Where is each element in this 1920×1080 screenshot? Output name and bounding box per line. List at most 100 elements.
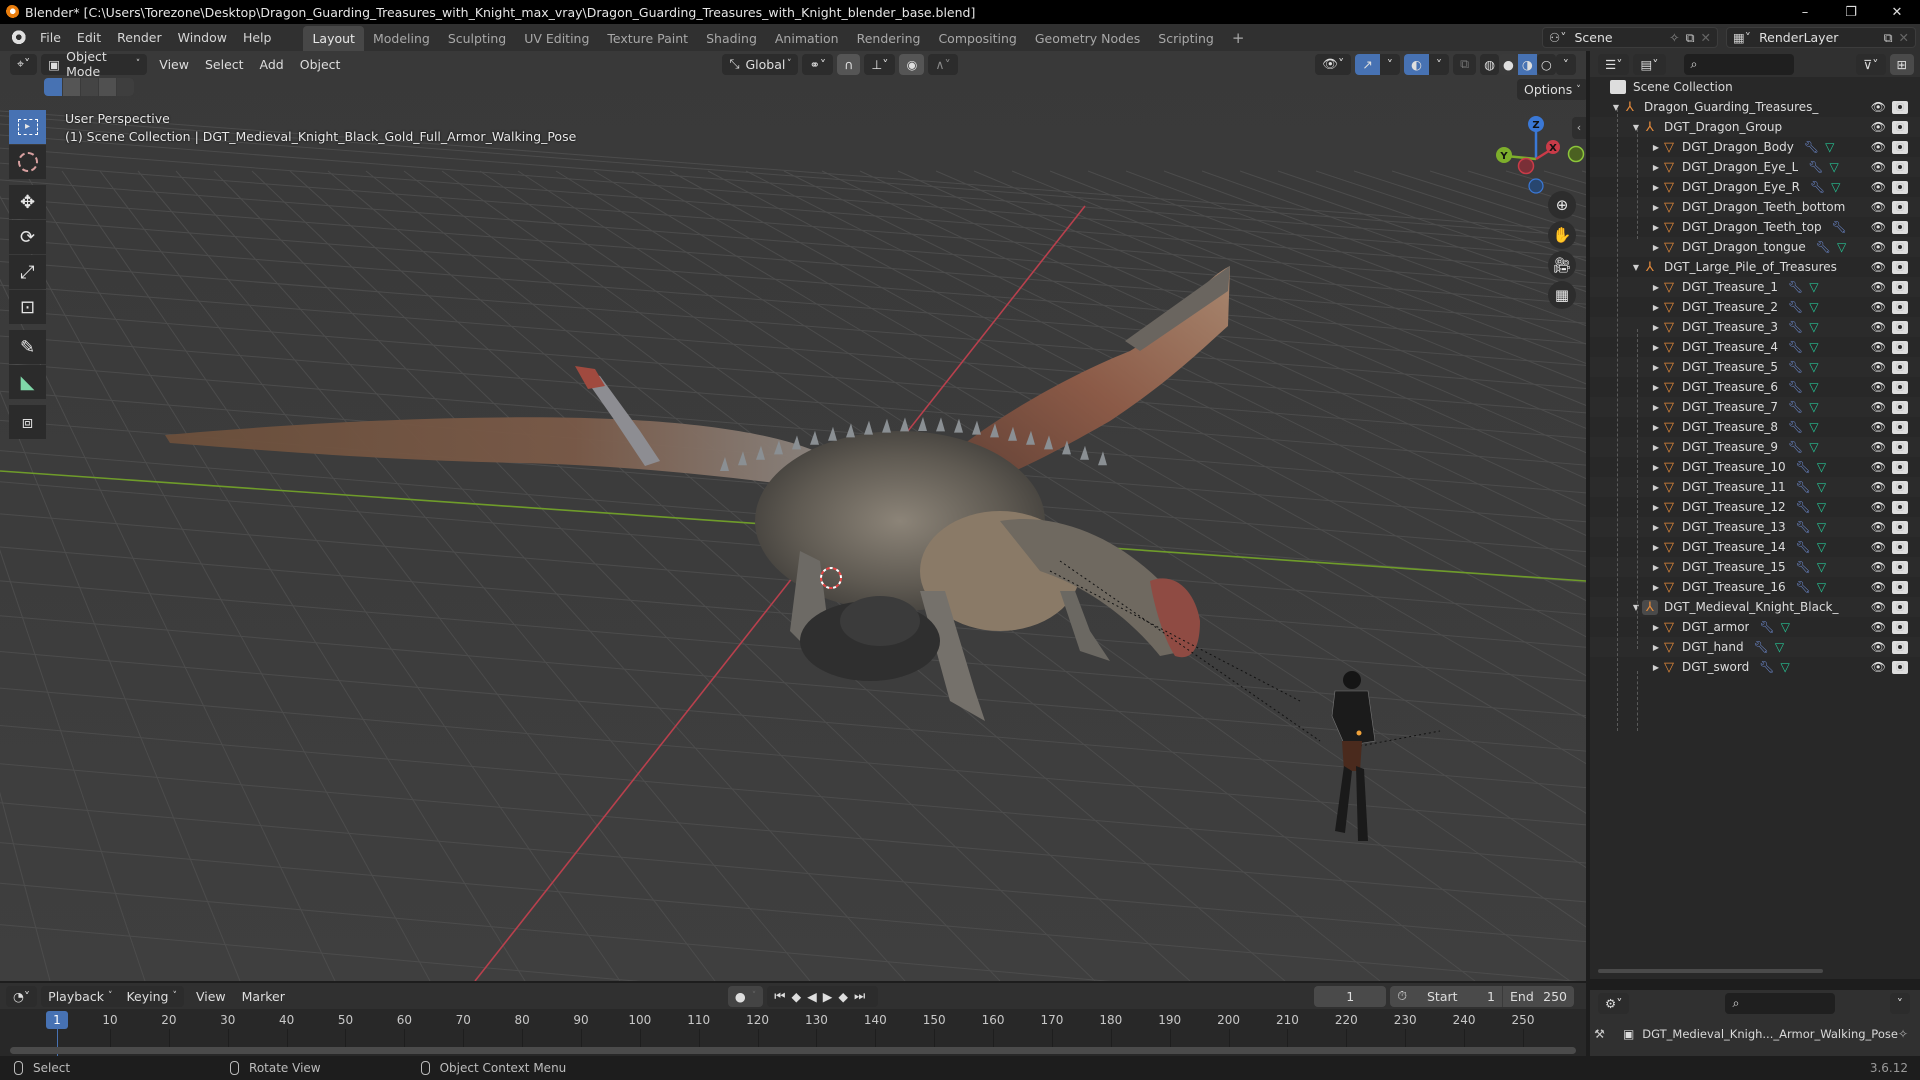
- new-scene-icon[interactable]: ⧉: [1686, 30, 1695, 46]
- properties-options-dropdown[interactable]: ˅: [1889, 992, 1910, 1014]
- visibility-eye-icon[interactable]: 👁︎: [1871, 560, 1886, 574]
- modifier-icon[interactable]: 🔧︎: [1816, 240, 1831, 254]
- modifier-icon[interactable]: 🔧︎: [1796, 500, 1811, 514]
- collapse-arrow-icon[interactable]: ▼: [1630, 263, 1642, 272]
- select-subtract-icon[interactable]: [80, 78, 98, 96]
- snap-target-dropdown[interactable]: ⊥˅: [864, 53, 896, 75]
- blender-menu-icon[interactable]: [10, 29, 26, 46]
- menu-select[interactable]: Select: [197, 57, 252, 72]
- collapse-arrow-icon[interactable]: ▼: [1630, 603, 1642, 612]
- modifier-icon[interactable]: 🔧︎: [1788, 440, 1803, 454]
- render-camera-icon[interactable]: [1892, 380, 1908, 394]
- properties-editor-type[interactable]: ⚙˅: [1598, 992, 1630, 1014]
- expand-arrow-icon[interactable]: ▶: [1650, 503, 1662, 512]
- expand-arrow-icon[interactable]: ▶: [1650, 423, 1662, 432]
- render-camera-icon[interactable]: [1892, 200, 1908, 214]
- mesh-data-icon[interactable]: ▽: [1781, 620, 1790, 634]
- shading-solid[interactable]: ●: [1498, 53, 1518, 75]
- rotate-tool[interactable]: ⟳: [9, 220, 46, 254]
- playhead[interactable]: 1: [46, 1011, 68, 1029]
- render-camera-icon[interactable]: [1892, 340, 1908, 354]
- modifier-icon[interactable]: 🔧︎: [1808, 160, 1823, 174]
- menu-render[interactable]: Render: [109, 24, 170, 51]
- measure-tool[interactable]: ◣: [9, 365, 46, 399]
- minimize-button[interactable]: –: [1782, 5, 1828, 20]
- select-intersect-icon[interactable]: [116, 78, 134, 96]
- outliner-object-row[interactable]: ▶ ▽ DGT_armor 🔧︎ ▽ 👁︎: [1590, 617, 1920, 637]
- view-layer-selector[interactable]: ▦˅ RenderLayer ⧉ ✕: [1726, 27, 1916, 48]
- move-tool[interactable]: ✥: [9, 185, 46, 219]
- render-camera-icon[interactable]: [1892, 100, 1908, 114]
- visibility-eye-icon[interactable]: 👁︎: [1871, 660, 1886, 674]
- outliner-object-row[interactable]: ▶ ▽ DGT_Treasure_10 🔧︎ ▽ 👁︎: [1590, 457, 1920, 477]
- select-box-tool[interactable]: ▸: [9, 110, 46, 144]
- visibility-eye-icon[interactable]: 👁︎: [1871, 540, 1886, 554]
- new-collection-button[interactable]: ⊞: [1889, 53, 1914, 75]
- camera-view-button[interactable]: 🎥︎: [1548, 251, 1576, 279]
- modifier-icon[interactable]: 🔧︎: [1788, 320, 1803, 334]
- visibility-eye-icon[interactable]: 👁︎: [1871, 100, 1886, 114]
- falloff-dropdown[interactable]: ∧˅: [928, 53, 958, 75]
- mesh-data-icon[interactable]: ▽: [1809, 400, 1818, 414]
- visibility-eye-icon[interactable]: 👁︎: [1871, 140, 1886, 154]
- visibility-eye-icon[interactable]: 👁︎: [1871, 320, 1886, 334]
- visibility-eye-icon[interactable]: 👁︎: [1871, 260, 1886, 274]
- render-camera-icon[interactable]: [1892, 240, 1908, 254]
- expand-arrow-icon[interactable]: ▶: [1650, 623, 1662, 632]
- modifier-icon[interactable]: 🔧︎: [1759, 620, 1774, 634]
- pan-view-button[interactable]: ✋: [1548, 221, 1576, 249]
- outliner-object-row[interactable]: ▶ ▽ DGT_Dragon_Eye_R 🔧︎ ▽ 👁︎: [1590, 177, 1920, 197]
- outliner-object-row[interactable]: ▶ ▽ DGT_Treasure_7 🔧︎ ▽ 👁︎: [1590, 397, 1920, 417]
- tab-modeling[interactable]: Modeling: [364, 26, 439, 51]
- mesh-data-icon[interactable]: ▽: [1809, 380, 1818, 394]
- modifier-icon[interactable]: 🔧︎: [1796, 540, 1811, 554]
- visibility-eye-icon[interactable]: 👁︎: [1871, 480, 1886, 494]
- cursor-tool[interactable]: [9, 145, 46, 179]
- collapse-arrow-icon[interactable]: ▼: [1610, 103, 1622, 112]
- display-mode-dropdown[interactable]: ▤˅: [1633, 53, 1666, 75]
- visibility-eye-icon[interactable]: 👁︎: [1871, 300, 1886, 314]
- collapse-arrow-icon[interactable]: ▼: [1630, 123, 1642, 132]
- outliner-object-row[interactable]: ▶ ▽ DGT_Treasure_5 🔧︎ ▽ 👁︎: [1590, 357, 1920, 377]
- expand-arrow-icon[interactable]: ▶: [1650, 383, 1662, 392]
- visibility-eye-icon[interactable]: 👁︎: [1871, 500, 1886, 514]
- visibility-eye-icon[interactable]: 👁︎: [1871, 380, 1886, 394]
- tab-geometry-nodes[interactable]: Geometry Nodes: [1026, 26, 1149, 51]
- delete-scene-icon[interactable]: ✕: [1701, 30, 1711, 45]
- expand-arrow-icon[interactable]: ▶: [1650, 403, 1662, 412]
- render-camera-icon[interactable]: [1892, 540, 1908, 554]
- modifier-icon[interactable]: 🔧︎: [1788, 400, 1803, 414]
- new-view-layer-icon[interactable]: ⧉: [1884, 30, 1893, 46]
- tab-shading[interactable]: Shading: [697, 26, 766, 51]
- outliner-object-row[interactable]: ▶ ▽ DGT_Treasure_13 🔧︎ ▽ 👁︎: [1590, 517, 1920, 537]
- mesh-data-icon[interactable]: ▽: [1809, 340, 1818, 354]
- sidebar-toggle[interactable]: ‹: [1572, 117, 1586, 139]
- proportional-edit-toggle[interactable]: ◉: [899, 53, 925, 75]
- gizmo-dropdown[interactable]: ˅: [1379, 53, 1400, 75]
- snap-toggle[interactable]: ∩: [837, 53, 861, 75]
- menu-object[interactable]: Object: [292, 57, 349, 72]
- overlay-toggle[interactable]: ◐: [1403, 53, 1429, 75]
- expand-arrow-icon[interactable]: ▶: [1650, 363, 1662, 372]
- outliner-object-row[interactable]: ▶ ▽ DGT_Dragon_Teeth_bottom 👁︎: [1590, 197, 1920, 217]
- modifier-icon[interactable]: 🔧︎: [1759, 660, 1774, 674]
- outliner-object-row[interactable]: ▶ ▽ DGT_hand 🔧︎ ▽ 👁︎: [1590, 637, 1920, 657]
- render-camera-icon[interactable]: [1892, 580, 1908, 594]
- outliner-object-row[interactable]: ▶ ▽ DGT_Treasure_1 🔧︎ ▽ 👁︎: [1590, 277, 1920, 297]
- outliner-collection-row[interactable]: ▼ ⅄ DGT_Dragon_Group 👁︎: [1590, 117, 1920, 137]
- render-camera-icon[interactable]: [1892, 360, 1908, 374]
- modifier-icon[interactable]: 🔧︎: [1788, 340, 1803, 354]
- mesh-data-icon[interactable]: ▽: [1817, 560, 1826, 574]
- visibility-eye-icon[interactable]: 👁︎: [1871, 180, 1886, 194]
- outliner-object-row[interactable]: ▶ ▽ DGT_Treasure_8 🔧︎ ▽ 👁︎: [1590, 417, 1920, 437]
- xray-toggle[interactable]: ⧉: [1453, 53, 1477, 75]
- render-camera-icon[interactable]: [1892, 420, 1908, 434]
- visibility-eye-icon[interactable]: 👁︎: [1871, 340, 1886, 354]
- knight-model[interactable]: [0, 51, 1586, 981]
- transform-tool[interactable]: ⊡: [9, 290, 46, 324]
- outliner-object-row[interactable]: ▶ ▽ DGT_Treasure_12 🔧︎ ▽ 👁︎: [1590, 497, 1920, 517]
- render-camera-icon[interactable]: [1892, 400, 1908, 414]
- visibility-eye-icon[interactable]: 👁︎: [1871, 520, 1886, 534]
- render-camera-icon[interactable]: [1892, 300, 1908, 314]
- menu-help[interactable]: Help: [235, 24, 280, 51]
